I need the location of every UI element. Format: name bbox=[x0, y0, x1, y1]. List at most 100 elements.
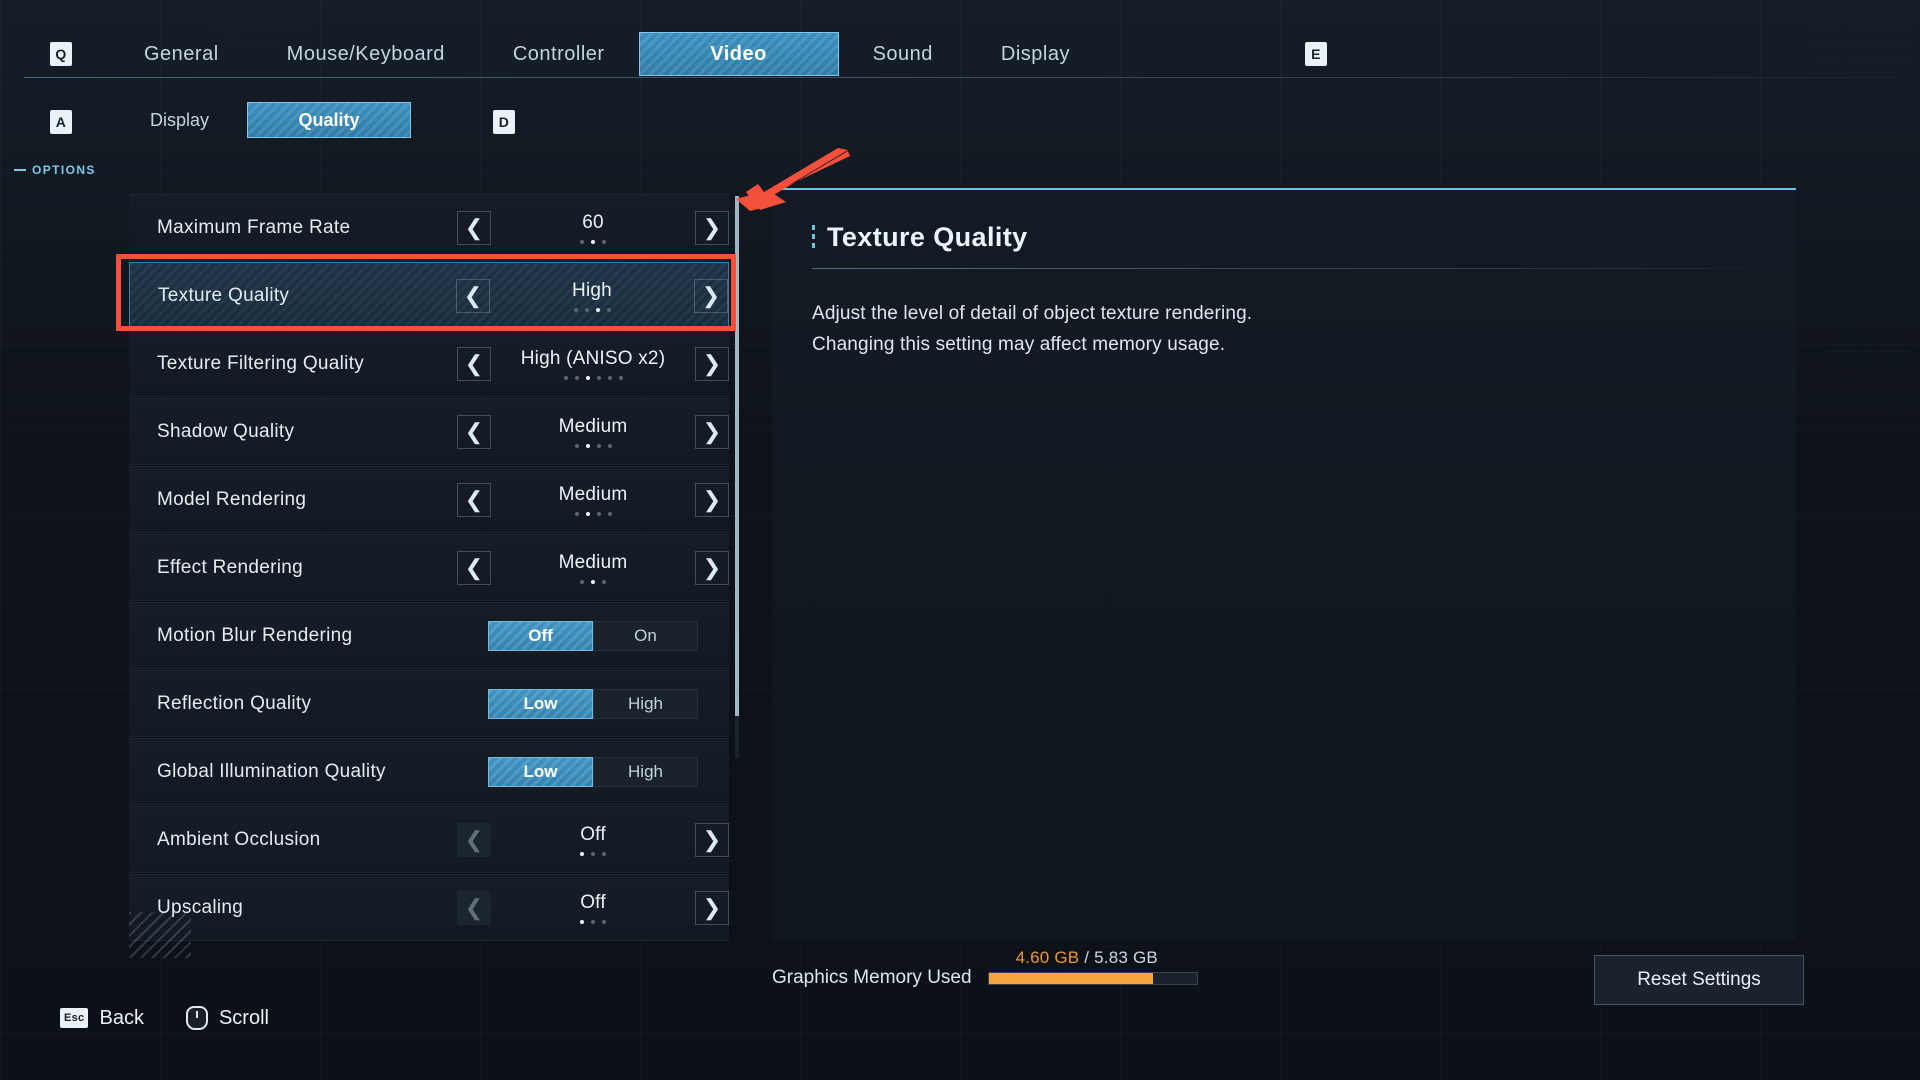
next-tab-key-icon[interactable]: E bbox=[1305, 42, 1327, 66]
setting-row[interactable]: Texture Filtering Quality ❮ High (ANISO x2… bbox=[129, 330, 729, 397]
stepper-right-arrow-icon[interactable]: ❯ bbox=[695, 550, 729, 585]
graphics-memory-track bbox=[987, 971, 1198, 985]
setting-value: Off bbox=[580, 891, 606, 913]
setting-label: Texture Filtering Quality bbox=[157, 352, 365, 374]
step-dot bbox=[591, 579, 595, 584]
detail-title: Texture Quality bbox=[827, 222, 1028, 252]
setting-value-wrap: Medium bbox=[491, 405, 695, 459]
step-dot bbox=[602, 579, 606, 584]
stepper-left-arrow-icon[interactable]: ❮ bbox=[457, 346, 491, 381]
step-dot bbox=[618, 375, 623, 380]
footer-back-hint[interactable]: Esc Back bbox=[60, 1007, 144, 1030]
toggle-option[interactable]: High bbox=[593, 756, 698, 787]
setting-label: Motion Blur Rendering bbox=[157, 624, 353, 646]
step-dot bbox=[591, 851, 595, 856]
setting-row[interactable]: Motion Blur Rendering Off On bbox=[129, 602, 729, 669]
toggle-option[interactable]: Low bbox=[488, 756, 593, 787]
stepper-left-arrow-icon[interactable]: ❮ bbox=[457, 482, 491, 517]
step-dot bbox=[580, 239, 584, 244]
stepper-left-arrow-icon[interactable]: ❮ bbox=[456, 278, 490, 313]
setting-label: Model Rendering bbox=[157, 488, 307, 510]
subtab-quality[interactable]: Quality bbox=[247, 102, 412, 138]
stepper-right-arrow-icon[interactable]: ❯ bbox=[695, 482, 729, 517]
step-dot bbox=[607, 375, 612, 380]
setting-step-indicator bbox=[580, 239, 606, 244]
top-tabs: General Mouse/Keyboard Controller Video … bbox=[110, 32, 1104, 76]
stepper-right-arrow-icon[interactable]: ❯ bbox=[694, 278, 728, 313]
stepper-left-arrow-icon[interactable]: ❮ bbox=[457, 414, 491, 449]
setting-row[interactable]: Maximum Frame Rate ❮ 60 ❯ bbox=[129, 194, 729, 261]
setting-row[interactable]: Model Rendering ❮ Medium ❯ bbox=[129, 466, 729, 533]
step-dot bbox=[591, 239, 595, 244]
stepper-right-arrow-icon[interactable]: ❯ bbox=[695, 414, 729, 449]
stepper-left-arrow-icon[interactable]: ❮ bbox=[457, 210, 491, 245]
setting-row[interactable]: Ambient Occlusion ❮ Off ❯ bbox=[129, 806, 729, 873]
graphics-memory-text: 4.60 GB / 5.83 GB bbox=[1016, 948, 1158, 968]
setting-row[interactable]: Upscaling ❮ Off ❯ bbox=[129, 874, 729, 958]
step-dot bbox=[607, 443, 612, 448]
setting-row[interactable]: Effect Rendering ❮ Medium ❯ bbox=[129, 534, 729, 601]
reset-settings-button[interactable]: Reset Settings bbox=[1594, 955, 1804, 1005]
setting-toggle: Off On bbox=[488, 620, 698, 651]
setting-row[interactable]: Global Illumination Quality Low High bbox=[129, 738, 729, 805]
detail-title-underline bbox=[812, 268, 1762, 269]
setting-step-indicator bbox=[573, 307, 611, 312]
prev-tab-key-icon[interactable]: Q bbox=[50, 42, 72, 66]
tab-sound[interactable]: Sound bbox=[839, 32, 967, 76]
stepper-left-arrow-icon[interactable]: ❮ bbox=[457, 550, 491, 585]
stepper-left-arrow-icon: ❮ bbox=[457, 822, 491, 857]
setting-label: Global Illumination Quality bbox=[157, 760, 386, 782]
setting-value: Medium bbox=[558, 483, 628, 505]
footer-scroll-label: Scroll bbox=[218, 1006, 269, 1029]
graphics-memory-total: 5.83 GB bbox=[1094, 947, 1158, 967]
step-dot bbox=[591, 919, 595, 924]
footer-scroll-hint[interactable]: Scroll bbox=[185, 1006, 269, 1030]
setting-control: Low High bbox=[457, 756, 729, 787]
tab-controller[interactable]: Controller bbox=[479, 32, 639, 76]
next-subtab-key-icon[interactable]: D bbox=[493, 110, 515, 134]
stepper-right-arrow-icon[interactable]: ❯ bbox=[695, 890, 729, 925]
setting-step-indicator bbox=[574, 443, 612, 448]
subtab-display[interactable]: Display bbox=[112, 102, 247, 138]
setting-toggle: Low High bbox=[488, 688, 698, 719]
graphics-memory-separator: / bbox=[1084, 947, 1090, 967]
setting-row[interactable]: Shadow Quality ❮ Medium ❯ bbox=[129, 398, 729, 465]
tab-general[interactable]: General bbox=[110, 32, 253, 76]
stepper-left-arrow-icon: ❮ bbox=[457, 890, 491, 925]
toggle-option[interactable]: On bbox=[593, 620, 698, 651]
detail-title-tick-icon bbox=[812, 224, 815, 251]
stepper-right-arrow-icon[interactable]: ❯ bbox=[695, 822, 729, 857]
step-dot bbox=[574, 511, 579, 516]
setting-value-wrap: Medium bbox=[491, 473, 695, 527]
background-text-artifact: ·· ···· ·· ···· ··· ··· ··· ···· ·· ····… bbox=[1829, 301, 1908, 448]
detail-title-row: Texture Quality bbox=[812, 222, 1028, 253]
toggle-option[interactable]: High bbox=[593, 688, 698, 719]
stepper-right-arrow-icon[interactable]: ❯ bbox=[695, 210, 729, 245]
tab-mouse-keyboard[interactable]: Mouse/Keyboard bbox=[253, 32, 479, 76]
graphics-memory-row: Graphics Memory Used 4.60 GB / 5.83 GB bbox=[772, 948, 1472, 998]
prev-subtab-key-icon[interactable]: A bbox=[50, 110, 72, 134]
setting-value-wrap: High (ANISO x2) bbox=[491, 337, 695, 391]
top-nav-divider bbox=[24, 77, 1896, 78]
footer-hints: Esc Back Scroll bbox=[60, 1006, 269, 1030]
toggle-option[interactable]: Off bbox=[488, 620, 593, 651]
settings-list: Maximum Frame Rate ❮ 60 ❯ Texture Quality ❮ Hi… bbox=[129, 194, 729, 958]
game-settings-screen: · ···· ·· ··· ···· ···· ··· ·· ···· · ··… bbox=[0, 0, 1920, 1080]
setting-toggle: Low High bbox=[488, 756, 698, 787]
setting-value-wrap: Off bbox=[491, 881, 695, 935]
scrollbar-thumb[interactable] bbox=[735, 196, 739, 716]
tab-video[interactable]: Video bbox=[638, 32, 839, 76]
setting-row[interactable]: Texture Quality ❮ High ❯ bbox=[129, 262, 729, 329]
footer-back-label: Back bbox=[99, 1006, 144, 1029]
stepper-right-arrow-icon[interactable]: ❯ bbox=[695, 346, 729, 381]
setting-control: ❮ Off ❯ bbox=[457, 881, 729, 935]
detail-description-line-1: Adjust the level of detail of object tex… bbox=[812, 303, 1253, 324]
graphics-memory-label: Graphics Memory Used bbox=[772, 967, 972, 988]
tab-display[interactable]: Display bbox=[967, 32, 1104, 76]
graphics-memory-gauge: 4.60 GB / 5.83 GB bbox=[987, 948, 1198, 985]
setting-row[interactable]: Reflection Quality Low High bbox=[129, 670, 729, 737]
toggle-option[interactable]: Low bbox=[488, 688, 593, 719]
detail-description-line-2: Changing this setting may affect memory … bbox=[812, 334, 1226, 355]
step-dot bbox=[596, 511, 601, 516]
setting-label: Effect Rendering bbox=[157, 556, 303, 578]
